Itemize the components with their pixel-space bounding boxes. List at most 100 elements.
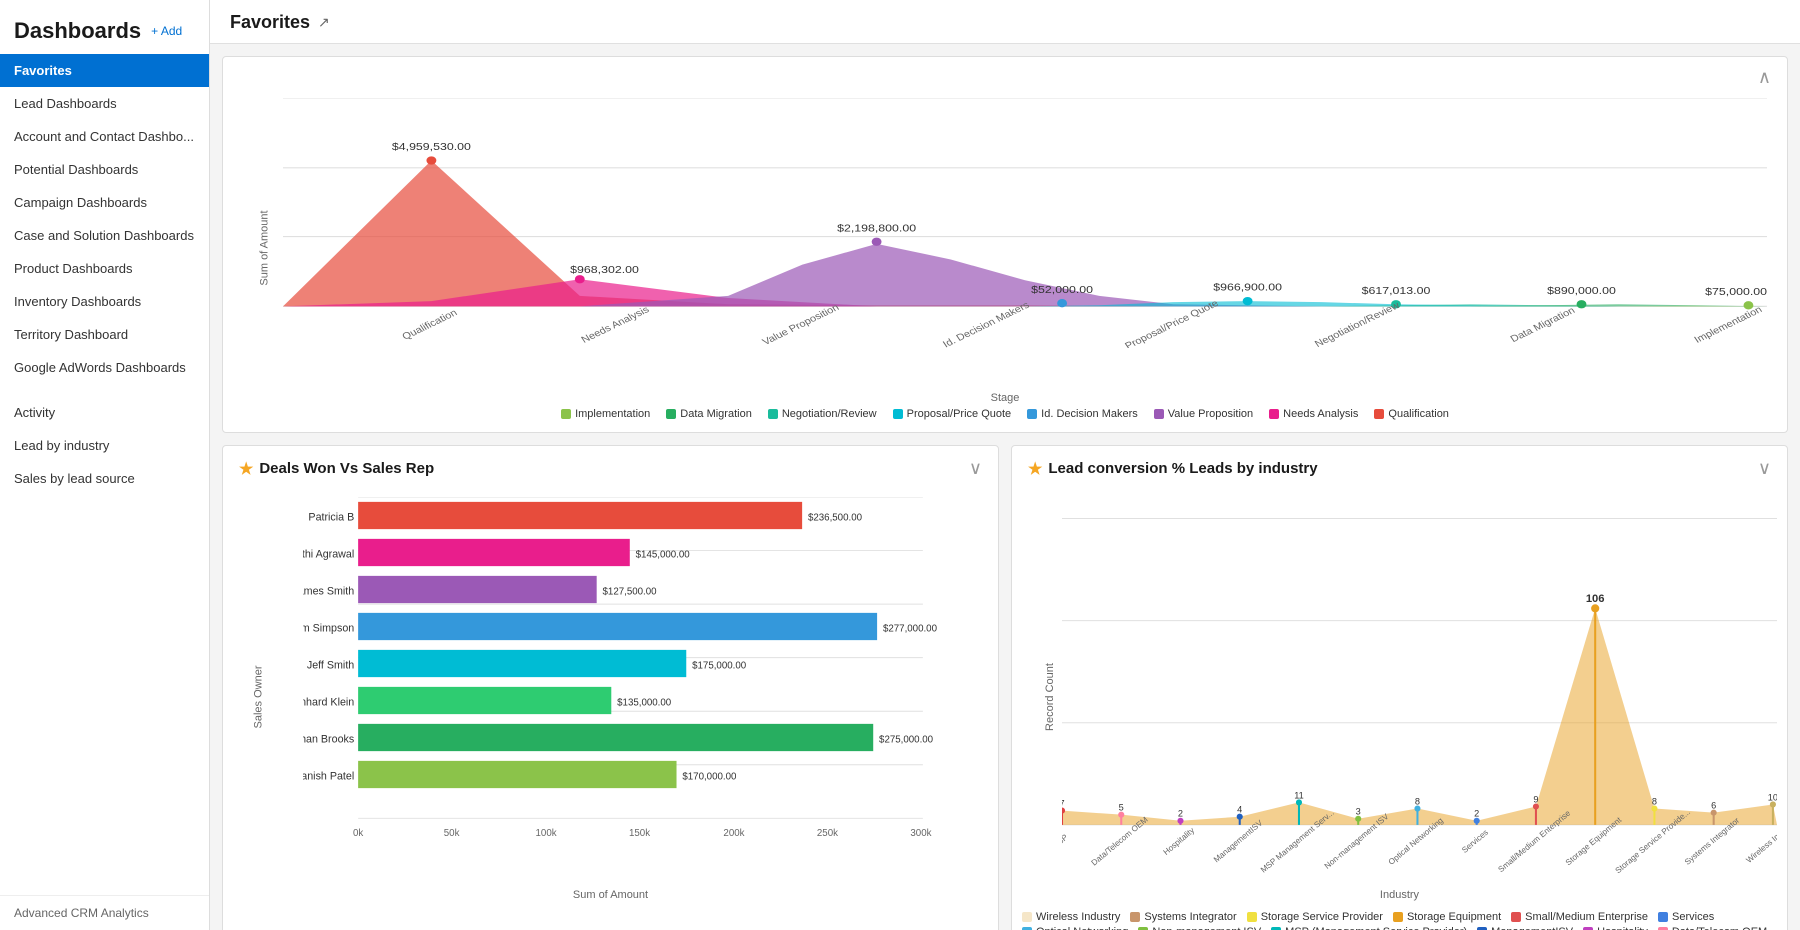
svg-text:200k: 200k <box>723 828 744 839</box>
legend-label-data-migration: Data Migration <box>680 408 752 420</box>
legend-small-med: Small/Medium Enterprise <box>1511 911 1648 923</box>
svg-text:James Smith: James Smith <box>303 585 354 597</box>
legend-item-implementation: Implementation <box>561 408 650 420</box>
svg-text:Qualification: Qualification <box>401 308 460 343</box>
svg-text:Negotiation/Review: Negotiation/Review <box>1313 300 1402 348</box>
deals-svg: 0k 50k 100k 150k 200k 250k 300k Patricia… <box>303 497 978 867</box>
svg-text:ASP: ASP <box>1062 832 1070 850</box>
legend-mgmt-isv: ManagementISV <box>1477 926 1573 930</box>
bar-jeff <box>358 650 686 677</box>
svg-text:$170,000.00: $170,000.00 <box>682 771 737 782</box>
lead-y-axis-label: Record Count <box>1044 663 1056 731</box>
add-dashboard-button[interactable]: + Add <box>151 24 182 38</box>
svg-text:8: 8 <box>1415 796 1420 806</box>
svg-text:8: 8 <box>1652 796 1657 806</box>
legend-color-decision-makers <box>1027 409 1037 419</box>
svg-text:$145,000.00: $145,000.00 <box>636 549 691 560</box>
collapse-lead-button[interactable]: ∨ <box>1758 458 1771 479</box>
svg-text:$890,000.00: $890,000.00 <box>1547 286 1616 297</box>
svg-text:5: 5 <box>1119 803 1124 813</box>
lead-area-chart: Record Count 0 50 100 150 <box>1012 487 1787 907</box>
legend-label-decision-makers: Id. Decision Makers <box>1041 408 1138 420</box>
sidebar-item-territory[interactable]: Territory Dashboard <box>0 318 209 351</box>
sidebar-nav: Favorites Lead Dashboards Account and Co… <box>0 54 209 895</box>
lead-conversion-chart-card: ★ Lead conversion % Leads by industry ∨ … <box>1011 445 1788 930</box>
svg-text:Implementation: Implementation <box>1693 305 1765 346</box>
svg-text:$75,000.00: $75,000.00 <box>1705 287 1767 298</box>
legend-storage-equip: Storage Equipment <box>1393 911 1501 923</box>
svg-text:$135,000.00: $135,000.00 <box>617 697 672 708</box>
lead-area-fill <box>1062 608 1777 825</box>
svg-text:$275,000.00: $275,000.00 <box>879 734 934 745</box>
svg-text:$2,198,800.00: $2,198,800.00 <box>837 223 916 234</box>
legend-label-needs-analysis: Needs Analysis <box>1283 408 1358 420</box>
legend-optical: Optical Networking <box>1022 926 1128 930</box>
legend-wireless: Wireless Industry <box>1022 911 1120 923</box>
legend-label-qualification: Qualification <box>1388 408 1449 420</box>
legend-label-negotiation: Negotiation/Review <box>782 408 877 420</box>
svg-text:Services: Services <box>1460 828 1490 855</box>
legend-item-decision-makers: Id. Decision Makers <box>1027 408 1138 420</box>
funnel-chart-card: ∧ Sum of Amount 0M 2.5M 5M 7.5M <box>222 56 1788 433</box>
funnel-svg: 0M 2.5M 5M 7.5M <box>283 98 1767 348</box>
deals-chart-header: ★ Deals Won Vs Sales Rep ∨ <box>223 446 998 487</box>
lead-star-icon: ★ <box>1028 459 1042 479</box>
legend-label-implementation: Implementation <box>575 408 650 420</box>
svg-text:$968,302.00: $968,302.00 <box>570 265 639 276</box>
legend-data-telecom: Data/Telecom OEM <box>1658 926 1767 930</box>
svg-text:$277,000.00: $277,000.00 <box>883 623 938 634</box>
collapse-deals-button[interactable]: ∨ <box>969 458 982 479</box>
sidebar-item-google[interactable]: Google AdWords Dashboards <box>0 351 209 384</box>
legend-color-qualification <box>1374 409 1384 419</box>
external-link-icon[interactable]: ↗ <box>318 14 330 31</box>
legend-color-proposal <box>893 409 903 419</box>
sidebar-item-sales-lead[interactable]: Sales by lead source <box>0 462 209 495</box>
svg-text:100k: 100k <box>536 828 557 839</box>
svg-text:$617,013.00: $617,013.00 <box>1362 286 1431 297</box>
funnel-x-axis-label: Stage <box>991 392 1020 404</box>
sidebar-item-activity[interactable]: Activity <box>0 396 209 429</box>
svg-text:3: 3 <box>1356 807 1361 817</box>
svg-text:9: 9 <box>1533 794 1538 804</box>
svg-text:11: 11 <box>1294 790 1304 800</box>
legend-color-data-migration <box>666 409 676 419</box>
lead-chart-header: ★ Lead conversion % Leads by industry ∨ <box>1012 446 1787 487</box>
bar-tim <box>358 613 877 640</box>
deals-y-axis-label: Sales Owner <box>252 666 264 729</box>
funnel-chart: Sum of Amount 0M 2.5M 5M 7.5M <box>223 88 1787 408</box>
deals-star-icon: ★ <box>239 459 253 479</box>
app-title: Dashboards <box>14 18 141 44</box>
lead-x-axis-label: Industry <box>1380 889 1419 901</box>
sidebar-item-product[interactable]: Product Dashboards <box>0 252 209 285</box>
svg-text:300k: 300k <box>910 828 931 839</box>
sidebar-item-favorites[interactable]: Favorites <box>0 54 209 87</box>
legend-color-value-prop <box>1154 409 1164 419</box>
legend-item-proposal: Proposal/Price Quote <box>893 408 1012 420</box>
svg-text:Nathan Brooks: Nathan Brooks <box>303 733 354 745</box>
sidebar-item-inventory[interactable]: Inventory Dashboards <box>0 285 209 318</box>
svg-text:6: 6 <box>1711 801 1716 811</box>
sidebar-item-campaign[interactable]: Campaign Dashboards <box>0 186 209 219</box>
sidebar-item-lead-industry[interactable]: Lead by industry <box>0 429 209 462</box>
lead-legend: Wireless Industry Systems Integrator Sto… <box>1012 907 1787 930</box>
sidebar-item-lead-dashboards[interactable]: Lead Dashboards <box>0 87 209 120</box>
svg-text:2: 2 <box>1474 809 1479 819</box>
legend-label-proposal: Proposal/Price Quote <box>907 408 1012 420</box>
collapse-funnel-button[interactable]: ∧ <box>1758 67 1771 88</box>
legend-services: Services <box>1658 911 1714 923</box>
bar-arthi <box>358 539 630 566</box>
sidebar-item-potential[interactable]: Potential Dashboards <box>0 153 209 186</box>
legend-item-data-migration: Data Migration <box>666 408 752 420</box>
svg-text:Manish Patel: Manish Patel <box>303 770 354 782</box>
svg-text:$127,500.00: $127,500.00 <box>603 586 658 597</box>
main-content: Favorites ↗ ∧ Sum of Amount 0M 2.5M 5M 7… <box>210 0 1800 930</box>
funnel-y-axis-label: Sum of Amount <box>259 210 271 285</box>
svg-text:Patricia B: Patricia B <box>308 511 354 523</box>
svg-text:$4,959,530.00: $4,959,530.00 <box>392 142 471 153</box>
sidebar-item-case-solution[interactable]: Case and Solution Dashboards <box>0 219 209 252</box>
deals-chart-title: ★ Deals Won Vs Sales Rep <box>239 459 434 479</box>
legend-label-value-prop: Value Proposition <box>1168 408 1253 420</box>
legend-color-needs-analysis <box>1269 409 1279 419</box>
svg-text:Einhard Klein: Einhard Klein <box>303 696 354 708</box>
sidebar-item-account-contact[interactable]: Account and Contact Dashbo... <box>0 120 209 153</box>
